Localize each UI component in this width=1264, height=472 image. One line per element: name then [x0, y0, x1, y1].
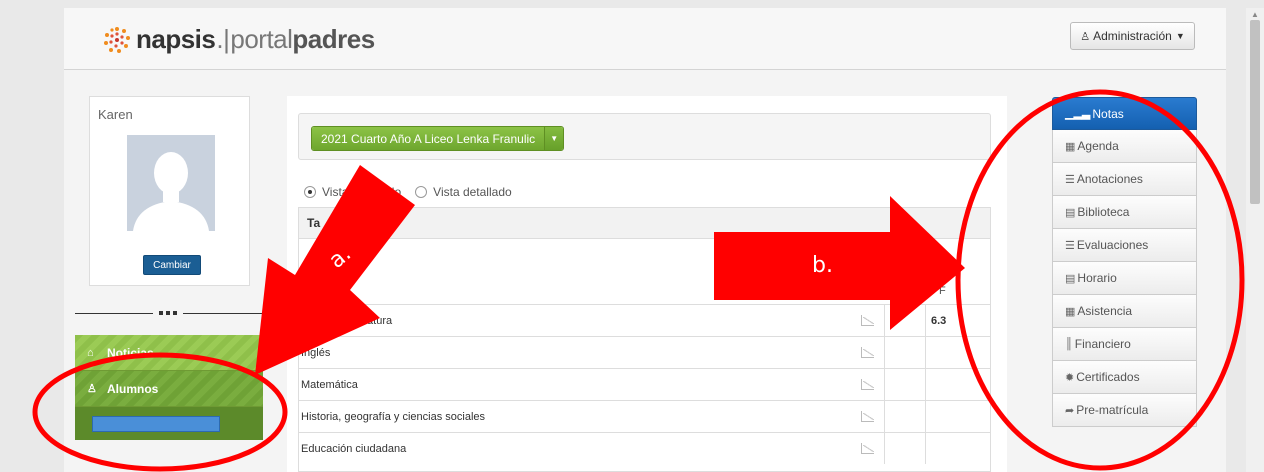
divider-ornament — [153, 309, 183, 317]
subject-name: Historia, geografía y ciencias sociales — [301, 410, 486, 423]
radio-label: Vista detallado — [433, 185, 512, 199]
side-menu-label: Anotaciones — [1076, 172, 1143, 186]
scroll-up-icon[interactable]: ▲ — [1251, 10, 1259, 19]
admin-dropdown-button[interactable]: ♙ Administración ▼ — [1070, 22, 1195, 50]
left-nav-label: Noticias — [107, 345, 154, 360]
profile-name: Karen — [98, 107, 133, 122]
subject-name: Inglés — [301, 346, 331, 359]
left-nav-item-noticias[interactable]: ⌂ Noticias — [75, 335, 263, 371]
radio-vista-resumido[interactable] — [304, 186, 316, 198]
logo-brand: napsis — [136, 24, 216, 54]
avatar-silhouette-icon — [127, 135, 215, 231]
chart-icon[interactable] — [861, 347, 874, 358]
year-label: 2021 Cuarto Año A Liceo Lenka Franulic — [312, 127, 545, 150]
side-menu-item-biblioteca[interactable]: ▤ Biblioteca — [1052, 196, 1197, 229]
change-photo-button[interactable]: Cambiar — [143, 255, 201, 275]
scrollbar-thumb[interactable] — [1250, 20, 1260, 204]
chart-icon[interactable] — [861, 443, 874, 454]
side-menu-item-financiero[interactable]: ║ Financiero — [1052, 328, 1197, 361]
profile-card: Karen Cambiar — [89, 96, 250, 286]
table-header: Ta — [299, 208, 990, 239]
table-row: Lengua y literatura 6.3 — [299, 304, 990, 336]
annotation-label-b: b. — [812, 253, 833, 278]
side-menu-label: Evaluaciones — [1076, 238, 1149, 252]
napsis-burst-icon — [104, 26, 130, 53]
radio-label: Vista resumido — [322, 185, 402, 199]
side-menu-label: Notas — [1092, 106, 1124, 121]
year-dropdown-button[interactable]: 2021 Cuarto Año A Liceo Lenka Franulic ▼ — [311, 126, 565, 151]
side-menu-item-anotaciones[interactable]: ☰ Anotaciones — [1052, 163, 1197, 196]
chevron-down-icon: ▼ — [1175, 31, 1185, 41]
home-icon: ⌂ — [87, 346, 94, 359]
chart-icon[interactable] — [861, 379, 874, 390]
barcode-icon: ║ — [1065, 338, 1073, 350]
calendar-icon: ▦ — [1065, 305, 1076, 318]
chart-icon[interactable] — [861, 315, 874, 326]
side-menu-label: Certificados — [1076, 370, 1140, 384]
list-icon: ☰ — [1065, 173, 1075, 186]
side-menu-label: Pre-matrícula — [1076, 403, 1149, 417]
logo-separator: .| — [216, 24, 230, 54]
view-toggle: Vista resumido Vista detallado — [304, 185, 512, 199]
table-row: Matemática — [299, 368, 990, 400]
certificate-icon: ✹ — [1065, 371, 1075, 384]
bar-chart-icon: ▁▂▃ — [1065, 108, 1091, 120]
side-menu-label: Biblioteca — [1077, 205, 1130, 219]
subject-name: Matemática — [301, 378, 358, 391]
user-icon: ♙ — [87, 383, 97, 395]
grade-value: 6.3 — [931, 314, 947, 327]
final-column-header: F — [939, 285, 946, 297]
year-selector-panel: 2021 Cuarto Año A Liceo Lenka Franulic ▼ — [298, 113, 991, 160]
book-icon: ▤ — [1065, 206, 1076, 219]
subject-name: Lengua y literatura — [301, 314, 393, 327]
table-header-label: Ta — [307, 216, 321, 230]
logo-audience: padres — [292, 24, 375, 54]
table-row: Educación ciudadana — [299, 432, 990, 464]
radio-vista-detallado[interactable] — [415, 186, 428, 198]
user-icon: ♙ — [1080, 30, 1091, 43]
side-menu-item-agenda[interactable]: ▦ Agenda — [1052, 130, 1197, 163]
grid-icon: ▦ — [1065, 140, 1076, 153]
side-menu-label: Horario — [1077, 271, 1117, 285]
top-navbar: napsis .| portal padres ♙ Administración… — [64, 8, 1226, 70]
chevron-down-icon[interactable]: ▼ — [544, 127, 564, 150]
grades-table: Ta F Lengua y literatura 6.3 Inglés Mate… — [298, 207, 991, 472]
side-menu-item-evaluaciones[interactable]: ☰ Evaluaciones — [1052, 229, 1197, 262]
napsis-logo[interactable]: napsis .| portal padres — [102, 24, 375, 55]
page-scrollbar[interactable]: ▲ — [1246, 8, 1264, 472]
table-row: Inglés — [299, 336, 990, 368]
side-menu-item-notas[interactable]: ▁▂▃ Notas — [1052, 97, 1197, 130]
list-icon: ☰ — [1065, 239, 1075, 252]
side-menu-label: Asistencia — [1077, 304, 1133, 318]
chart-icon[interactable] — [861, 411, 874, 422]
left-nav: ⌂ Noticias ♙ Alumnos — [75, 335, 263, 440]
student-name-redacted[interactable] — [92, 416, 220, 432]
table-row: Historia, geografía y ciencias sociales — [299, 400, 990, 432]
subject-name: Educación ciudadana — [301, 442, 407, 455]
admin-label: Administración — [1093, 29, 1172, 43]
left-nav-item-alumnos[interactable]: ♙ Alumnos — [75, 371, 263, 407]
side-menu-item-certificados[interactable]: ✹ Certificados — [1052, 361, 1197, 394]
side-menu: ▁▂▃ Notas ▦ Agenda ☰ Anotaciones ▤ Bibli… — [1052, 97, 1197, 427]
share-icon: ➦ — [1065, 404, 1075, 417]
side-menu-label: Agenda — [1077, 139, 1119, 153]
avatar — [127, 135, 215, 231]
side-menu-label: Financiero — [1074, 337, 1131, 351]
side-menu-item-pre-matricula[interactable]: ➦ Pre-matrícula — [1052, 394, 1197, 427]
student-submenu — [75, 407, 263, 440]
table-icon: ▤ — [1065, 272, 1076, 285]
side-menu-item-asistencia[interactable]: ▦ Asistencia — [1052, 295, 1197, 328]
logo-portal: portal — [230, 24, 293, 54]
left-nav-label: Alumnos — [107, 381, 159, 396]
side-menu-item-horario[interactable]: ▤ Horario — [1052, 262, 1197, 295]
